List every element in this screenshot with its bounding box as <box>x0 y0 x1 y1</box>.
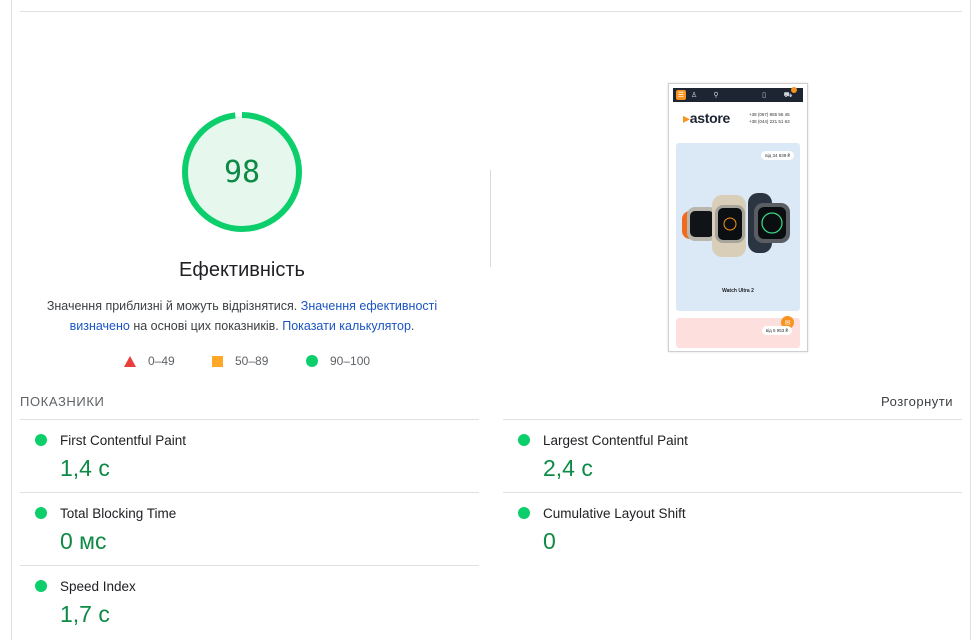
pass-circle-icon <box>35 580 47 592</box>
description-text: Значення приблизні й можуть відрізнятися… <box>46 299 301 313</box>
metric-divider <box>20 492 479 493</box>
metrics-header: ПОКАЗНИКИ <box>20 394 105 409</box>
legend-item-average: 50–89 <box>212 354 268 368</box>
menu-icon: ☰ <box>676 90 686 100</box>
hero-price: від 34 839 ₴ <box>761 151 794 160</box>
metric-label: Largest Contentful Paint <box>543 433 688 448</box>
pass-circle-icon <box>35 507 47 519</box>
vertical-divider <box>490 170 491 267</box>
legend-item-pass: 90–100 <box>306 354 370 368</box>
hero-banner: від 34 839 ₴ Watch Ultra 2 <box>676 143 800 311</box>
metric-value: 1,4 с <box>60 455 110 481</box>
metric-label: First Contentful Paint <box>60 433 187 448</box>
performance-gauge[interactable]: 98 <box>181 111 303 233</box>
metric-divider <box>503 419 962 420</box>
description-text: . <box>410 319 415 333</box>
legend-range: 50–89 <box>235 354 269 368</box>
metric-value: 0 <box>543 528 556 554</box>
orange-square-icon <box>212 355 223 367</box>
green-circle-icon <box>306 355 318 367</box>
hero-caption: Watch Ultra 2 <box>722 288 754 294</box>
metric-value: 0 мс <box>60 528 107 554</box>
show-calculator-link[interactable]: Показати калькулятор <box>282 319 411 333</box>
watches-image <box>682 193 790 257</box>
pass-circle-icon <box>35 434 47 446</box>
legend-range: 0–49 <box>148 354 175 368</box>
performance-description: Значення приблизні й можуть відрізнятися… <box>46 296 438 336</box>
search-icon: ⚲ <box>713 92 719 99</box>
bookmark-icon: ▯ <box>762 92 766 99</box>
pass-circle-icon <box>518 434 530 446</box>
description-text: на основі цих показників. <box>129 319 283 333</box>
promo-price: від 5 953 ₴ <box>761 326 792 335</box>
pass-circle-icon <box>518 507 530 519</box>
metric-value: 1,7 с <box>60 601 110 627</box>
cart-badge <box>791 87 797 93</box>
top-divider <box>20 11 962 12</box>
site-logo: ▸astore <box>683 110 730 126</box>
metric-label: Cumulative Layout Shift <box>543 506 686 521</box>
performance-title: Ефективність <box>179 259 305 281</box>
metric-value: 2,4 с <box>543 455 593 481</box>
user-icon: ♙ <box>690 92 698 99</box>
metric-divider <box>503 492 962 493</box>
promo-banner: ✉ від 5 953 ₴ <box>676 316 800 348</box>
metric-divider <box>20 419 479 420</box>
red-triangle-icon <box>124 355 136 367</box>
performance-score: 98 <box>223 154 261 190</box>
metric-divider <box>20 565 479 566</box>
legend-item-fail: 0–49 <box>124 354 175 368</box>
site-top-bar: ☰ ♙ ⚲ ▯ ⛟ <box>673 87 803 102</box>
site-phones: +38 (067) 855 55 45 +38 (044) 221 51 63 <box>749 112 790 124</box>
final-screenshot[interactable]: ☰ ♙ ⚲ ▯ ⛟ ▸astore +38 (067) 855 55 45 +3… <box>668 83 808 352</box>
metric-label: Total Blocking Time <box>60 506 177 521</box>
metric-label: Speed Index <box>60 579 136 594</box>
expand-view-button[interactable]: Розгорнути <box>881 394 953 409</box>
legend-range: 90–100 <box>330 354 371 368</box>
